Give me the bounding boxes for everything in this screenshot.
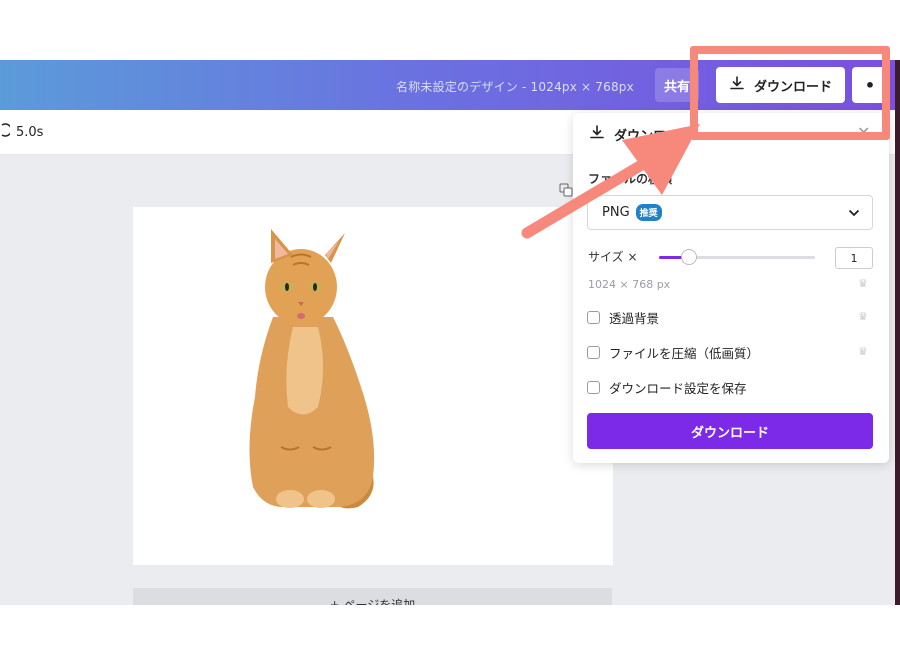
size-slider-handle[interactable] [681, 249, 697, 265]
download-button[interactable]: ダウンロード [587, 413, 873, 449]
option-save-settings[interactable]: ダウンロード設定を保存 [587, 378, 747, 397]
timer-control[interactable]: 5.0s [0, 123, 43, 141]
design-page[interactable] [133, 207, 613, 565]
option-transparent-bg[interactable]: 透過背景 [587, 308, 659, 327]
dimensions-text: 1024 × 768 px [588, 278, 671, 291]
duration-label: 5.0s [16, 124, 44, 140]
option-compress[interactable]: ファイルを圧縮（低画質） [587, 343, 759, 362]
option-label: 透過背景 [609, 311, 660, 326]
crown-icon: ♛ [858, 310, 868, 323]
download-panel-title: ダウンロード [614, 128, 693, 144]
crown-icon: ♛ [858, 345, 868, 358]
filetype-select[interactable]: PNG 推奨 [587, 195, 873, 230]
design-title[interactable]: 名称未設定のデザイン - 1024px × 768px [396, 78, 634, 95]
crown-icon: ♛ [858, 277, 868, 290]
download-icon [589, 124, 605, 144]
size-input[interactable]: 1 [835, 247, 873, 269]
download-panel-header: ダウンロード [589, 124, 692, 144]
option-label: ダウンロード設定を保存 [609, 381, 747, 396]
copy-icon[interactable] [559, 183, 573, 197]
checkbox[interactable] [587, 346, 600, 359]
size-label: サイズ × [588, 250, 638, 264]
filetype-value: PNG [602, 205, 630, 220]
filetype-label: ファイルの種類 [588, 172, 673, 186]
checkbox[interactable] [587, 381, 600, 394]
window-edge [895, 60, 900, 605]
option-label: ファイルを圧縮（低画質） [609, 346, 760, 361]
chevron-down-icon [848, 206, 860, 220]
cat-image[interactable] [133, 207, 613, 565]
timer-icon [0, 123, 12, 141]
bottom-area [0, 605, 900, 646]
recommended-badge: 推奨 [635, 204, 662, 221]
highlight-box [690, 46, 890, 140]
checkbox[interactable] [587, 311, 600, 324]
